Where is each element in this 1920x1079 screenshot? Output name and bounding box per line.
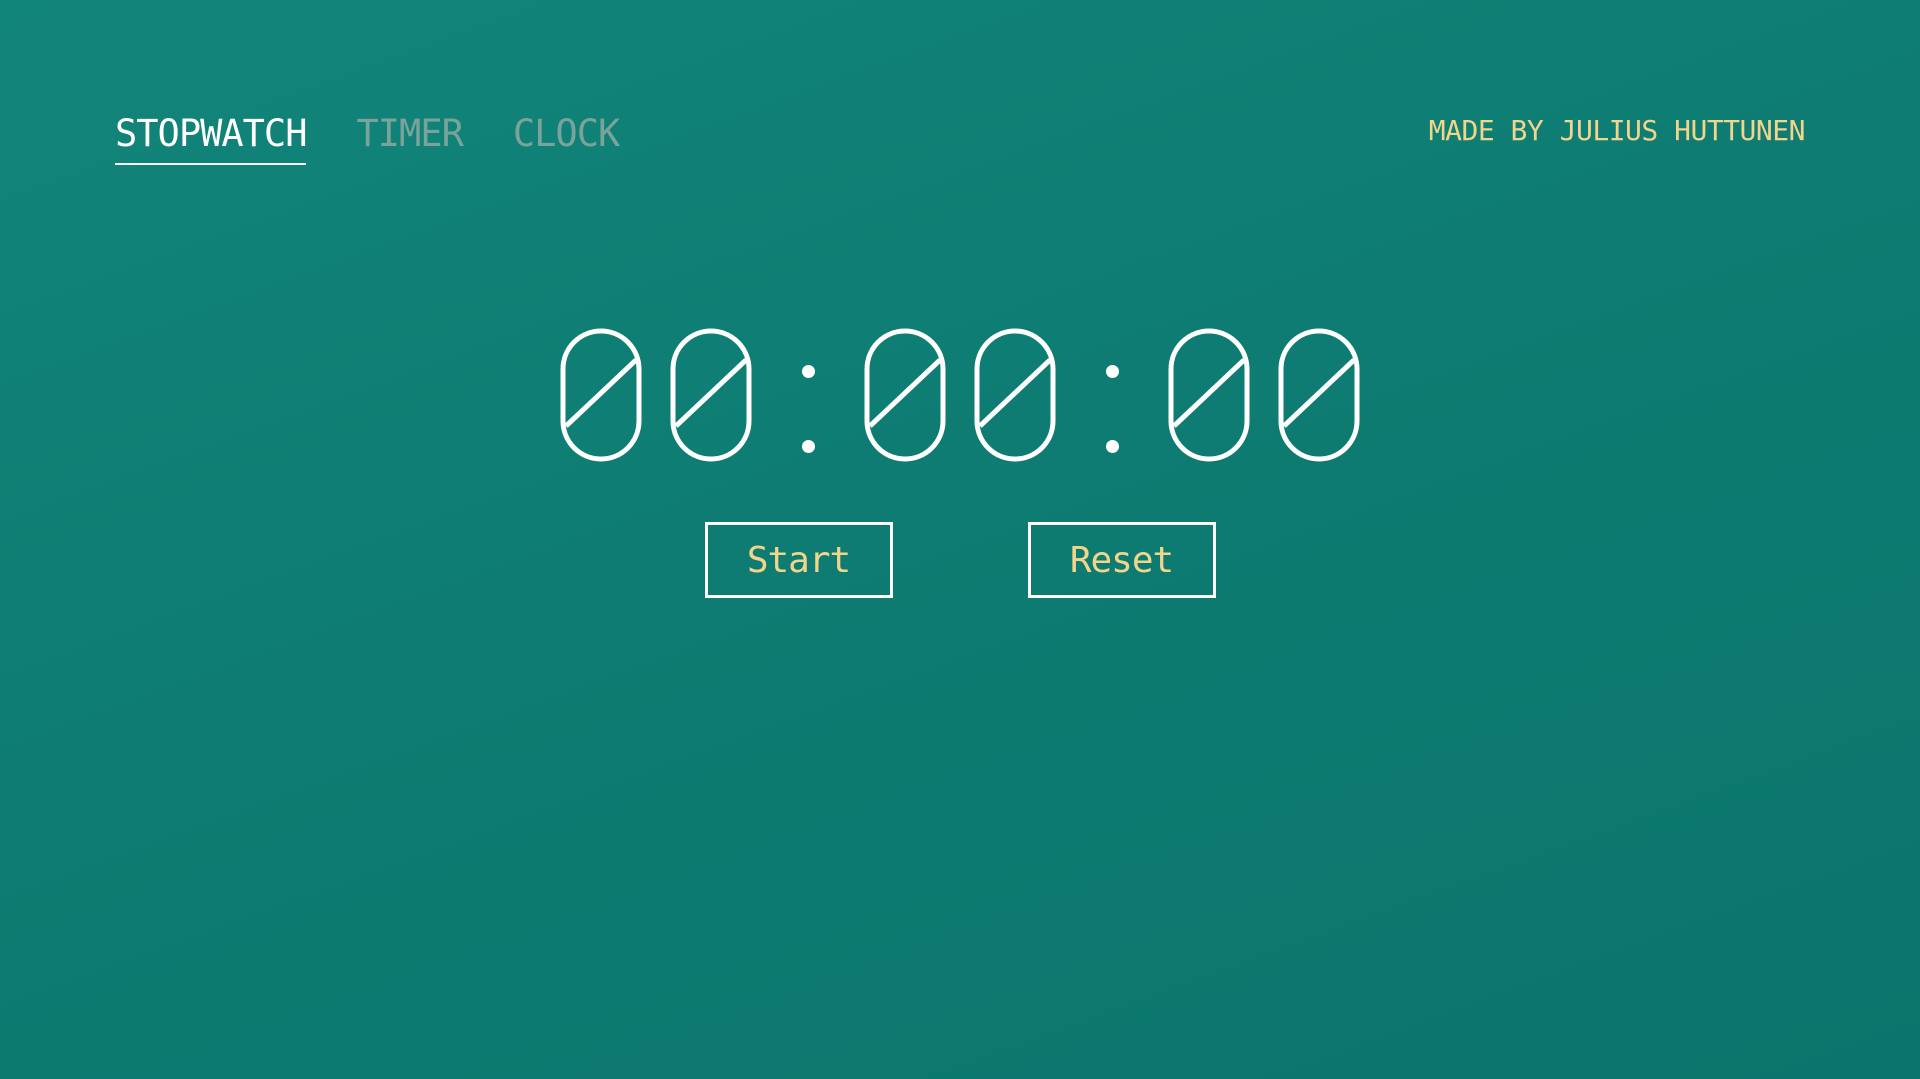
separator-colon (766, 326, 850, 464)
reset-button[interactable]: Reset (1027, 522, 1216, 598)
tab-clock[interactable]: CLOCK (513, 113, 620, 165)
seconds-tens-digit: 0 (1166, 326, 1252, 464)
tab-timer[interactable]: TIMER (356, 113, 463, 165)
seconds-ones-digit: 0 (1276, 326, 1362, 464)
minutes-tens-digit: 0 (862, 326, 948, 464)
hours-tens-digit: 0 (558, 326, 644, 464)
time-display: 0 0 0 0 0 0 (0, 305, 1920, 485)
separator-colon (1070, 326, 1154, 464)
minutes-ones-digit: 0 (972, 326, 1058, 464)
stopwatch-controls: Start Reset (0, 522, 1920, 598)
author-credit: MADE BY JULIUS HUTTUNEN (1428, 114, 1806, 147)
start-button[interactable]: Start (704, 522, 893, 598)
tab-stopwatch[interactable]: STOPWATCH (115, 113, 307, 165)
mode-tabs: STOPWATCH TIMER CLOCK (115, 113, 620, 165)
hours-ones-digit: 0 (668, 326, 754, 464)
